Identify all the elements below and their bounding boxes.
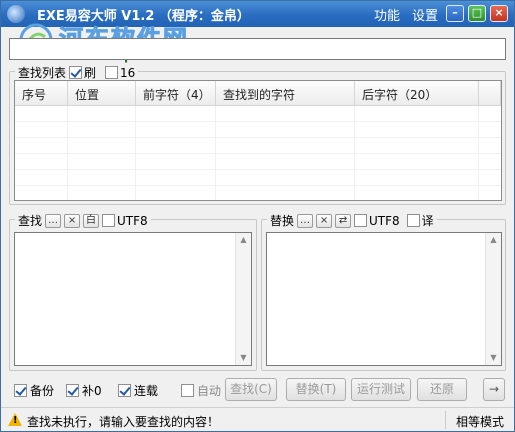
table-row xyxy=(15,106,501,122)
continuous-label: 连载 xyxy=(134,384,159,398)
backup-checkbox[interactable]: 备份 xyxy=(14,382,54,399)
status-bar: ! 查找未执行，请输入要查找的内容！ 相等模式 xyxy=(1,407,514,431)
replace-button[interactable]: 替换(T) xyxy=(286,378,346,401)
replace-label: 替换 xyxy=(270,214,295,228)
checkbox-box[interactable] xyxy=(66,384,79,397)
checkbox-box[interactable] xyxy=(14,384,27,397)
auto-label: 自动 xyxy=(197,384,222,398)
continuous-checkbox[interactable]: 连载 xyxy=(118,382,158,399)
next-arrow-button[interactable]: → xyxy=(483,378,505,401)
maximize-button[interactable]: □ xyxy=(468,5,486,22)
column-header-filler xyxy=(479,81,501,105)
hex16-checkbox[interactable]: 16 xyxy=(105,66,135,80)
scroll-up-icon[interactable]: ▲ xyxy=(236,233,251,247)
table-row xyxy=(15,170,501,186)
run-test-button[interactable]: 运行测试 xyxy=(351,378,411,401)
app-icon xyxy=(7,5,25,23)
replace-textarea[interactable]: ▲ ▼ xyxy=(266,232,502,366)
checkbox-box[interactable] xyxy=(118,384,131,397)
find-button[interactable]: 查找(C) xyxy=(225,378,277,401)
status-divider xyxy=(445,411,446,429)
scroll-down-icon[interactable]: ▼ xyxy=(236,351,251,365)
pad0-label: 补0 xyxy=(82,384,102,398)
find-more-button[interactable]: … xyxy=(45,213,62,228)
find-clear-button[interactable]: × xyxy=(64,213,81,228)
replace-utf8-checkbox[interactable]: UTF8 xyxy=(354,214,400,228)
close-button[interactable]: × xyxy=(490,5,508,22)
results-table[interactable]: 序号 位置 前字符（4） 查找到的字符 后字符（20） xyxy=(14,80,502,201)
backup-label: 备份 xyxy=(30,384,55,398)
find-utf8-label: UTF8 xyxy=(117,213,148,228)
file-path-input[interactable] xyxy=(9,38,506,60)
title-bar[interactable]: EXE易容大师 V1.2 （程序：金帛） 功能 设置 – □ × xyxy=(1,1,514,27)
window-title: EXE易容大师 V1.2 （程序：金帛） xyxy=(37,9,250,24)
table-row xyxy=(15,122,501,138)
table-row xyxy=(15,154,501,170)
column-header[interactable]: 序号 xyxy=(15,81,68,105)
scroll-down-icon[interactable]: ▼ xyxy=(486,351,501,365)
scroll-up-icon[interactable]: ▲ xyxy=(486,233,501,247)
replace-utf8-label: UTF8 xyxy=(369,213,400,228)
find-textarea[interactable]: ▲ ▼ xyxy=(14,232,252,366)
checkbox-box[interactable] xyxy=(105,66,119,79)
table-header: 序号 位置 前字符（4） 查找到的字符 后字符（20） xyxy=(15,81,501,106)
menu-function[interactable]: 功能 xyxy=(374,5,400,24)
menu-settings[interactable]: 设置 xyxy=(412,5,438,24)
replace-clear-button[interactable]: × xyxy=(316,213,333,228)
table-row xyxy=(15,186,501,200)
column-header[interactable]: 后字符（20） xyxy=(355,81,479,105)
translate-label: 译 xyxy=(421,214,434,228)
find-label: 查找 xyxy=(18,214,43,228)
checkbox-box[interactable] xyxy=(181,384,194,397)
replace-more-button[interactable]: … xyxy=(297,213,314,228)
pad0-checkbox[interactable]: 补0 xyxy=(66,382,102,399)
main-window: EXE易容大师 V1.2 （程序：金帛） 功能 设置 – □ × 河东软件网 w… xyxy=(0,0,515,432)
replace-scrollbar[interactable]: ▲ ▼ xyxy=(485,233,501,365)
checkbox-box[interactable] xyxy=(406,214,420,227)
table-row xyxy=(15,138,501,154)
column-header[interactable]: 查找到的字符 xyxy=(216,81,355,105)
checkbox-box[interactable] xyxy=(102,214,116,227)
column-header[interactable]: 前字符（4） xyxy=(136,81,216,105)
status-message: 查找未执行，请输入要查找的内容！ xyxy=(27,415,220,429)
hex16-label: 16 xyxy=(120,65,136,80)
translate-checkbox[interactable]: 译 xyxy=(406,212,434,229)
restore-button[interactable]: 还原 xyxy=(417,378,467,401)
status-mode: 相等模式 xyxy=(456,415,505,429)
checkbox-box[interactable] xyxy=(69,66,83,79)
search-list-label: 查找列表 xyxy=(18,66,67,80)
checkbox-box[interactable] xyxy=(354,214,368,227)
find-white-button[interactable]: 白 xyxy=(83,213,100,228)
brush-checkbox[interactable]: 刷 xyxy=(69,64,96,81)
find-scrollbar[interactable]: ▲ ▼ xyxy=(235,233,251,365)
brush-label: 刷 xyxy=(84,66,97,80)
auto-checkbox[interactable]: 自动 xyxy=(181,382,221,399)
minimize-button[interactable]: – xyxy=(446,5,464,22)
warning-mark: ! xyxy=(13,415,18,426)
column-header[interactable]: 位置 xyxy=(68,81,136,105)
find-utf8-checkbox[interactable]: UTF8 xyxy=(102,214,148,228)
swap-icon[interactable]: ⇄ xyxy=(335,213,352,228)
